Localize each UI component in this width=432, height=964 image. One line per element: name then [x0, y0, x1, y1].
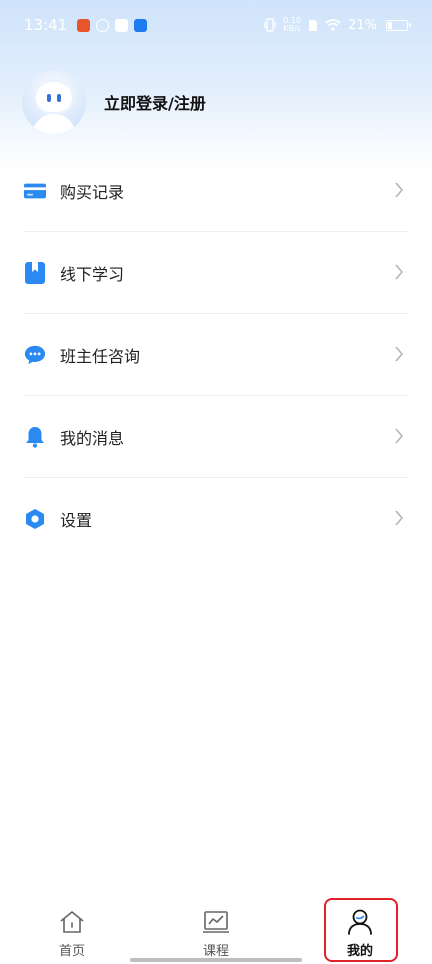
chevron-right-icon: [395, 182, 404, 198]
alipay-icon: [134, 18, 148, 32]
menu-item-advisor-consult[interactable]: 班主任咨询: [24, 314, 408, 396]
status-bar: 13:41 0.10 KB/s 21%: [0, 0, 432, 50]
avatar-head: [36, 82, 72, 112]
card-icon: [24, 180, 46, 202]
tab-home[interactable]: 首页: [0, 896, 144, 964]
menu-list: 购买记录 线下学习 班主任咨询 我的消息 设置: [0, 150, 432, 560]
login-register-link[interactable]: 立即登录/注册: [104, 90, 206, 114]
menu-item-label: 设置: [60, 511, 93, 530]
avatar[interactable]: [22, 70, 86, 134]
menu-item-label: 班主任咨询: [60, 346, 141, 366]
hexagon-settings-icon: [24, 508, 46, 530]
active-tab-highlight: [324, 898, 398, 962]
menu-item-my-messages[interactable]: 我的消息: [24, 396, 408, 478]
status-right: 0.10 KB/s 21%: [264, 17, 411, 33]
tab-courses[interactable]: 课程: [144, 896, 288, 964]
avatar-body: [32, 114, 76, 134]
menu-item-offline-study[interactable]: 线下学习: [24, 232, 408, 314]
network-speed: 0.10 KB/s: [283, 17, 301, 33]
tab-label: 课程: [202, 944, 229, 959]
status-time: 13:41: [24, 16, 68, 34]
message-icon: [115, 18, 129, 32]
profile-header[interactable]: 立即登录/注册: [22, 70, 206, 134]
net-speed-unit: KB/s: [283, 24, 301, 33]
sim-icon: [309, 19, 318, 31]
chevron-right-icon: [395, 428, 404, 444]
bell-icon: [24, 426, 46, 448]
avatar-eye-left: [47, 94, 51, 102]
home-indicator[interactable]: [130, 958, 302, 962]
menu-item-purchase-records[interactable]: 购买记录: [24, 150, 408, 232]
wifi-icon: [325, 19, 341, 31]
menu-item-label: 我的消息: [60, 428, 125, 448]
app-notification-icon: [77, 18, 91, 32]
home-icon: [58, 908, 86, 936]
avatar-eye-right: [57, 94, 61, 102]
bookmark-book-icon: [24, 261, 46, 284]
chart-icon: [202, 908, 230, 936]
chevron-right-icon: [395, 510, 404, 526]
menu-item-settings[interactable]: 设置: [24, 478, 408, 560]
sync-icon: [96, 18, 110, 32]
battery-icon: [386, 19, 411, 31]
chevron-right-icon: [395, 346, 404, 362]
menu-item-label: 线下学习: [60, 264, 125, 284]
status-left: 13:41: [24, 16, 148, 34]
menu-item-label: 购买记录: [60, 182, 125, 202]
vibrate-icon: [264, 18, 276, 32]
chat-bubble-icon: [24, 344, 46, 366]
chevron-right-icon: [395, 264, 404, 280]
tab-label: 首页: [58, 944, 85, 959]
battery-percent: 21%: [348, 17, 377, 33]
